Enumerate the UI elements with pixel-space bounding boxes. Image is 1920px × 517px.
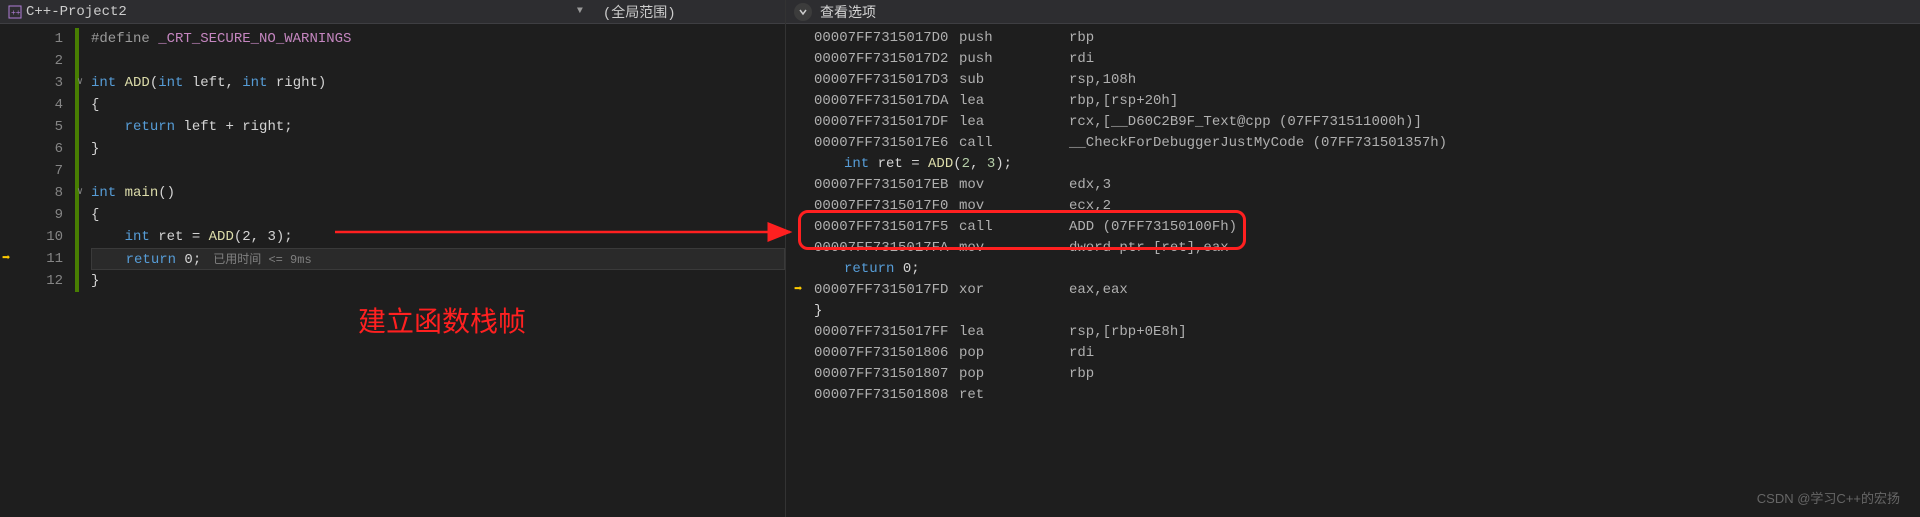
operand: rbp: [1069, 28, 1094, 49]
line-number: 2: [20, 50, 63, 72]
line-number: 5: [20, 116, 63, 138]
line-number: 11: [20, 248, 63, 270]
current-line-arrow-icon: ➡: [2, 250, 10, 267]
keyword: int: [91, 75, 116, 91]
code-editor[interactable]: ➡ 1 2 3 4 5 6 7 8 9 10 11 12 #define _CR…: [0, 24, 785, 517]
line-number: 4: [20, 94, 63, 116]
scope-label[interactable]: (全局范围): [603, 2, 676, 22]
chevron-down-icon[interactable]: [794, 3, 812, 21]
line-number-gutter: 1 2 3 4 5 6 7 8 9 10 11 12: [20, 24, 75, 517]
editor-header: ++ C++-Project2 ▼ (全局范围): [0, 0, 785, 24]
mnemonic: push: [959, 28, 1069, 49]
svg-text:++: ++: [11, 9, 21, 18]
keyword: return: [125, 119, 175, 135]
view-options-label[interactable]: 查看选项: [820, 2, 876, 22]
annotation-label: 建立函数栈帧: [358, 300, 526, 340]
address: 00007FF7315017D0: [814, 28, 959, 49]
line-number: 1: [20, 28, 63, 50]
function-call: ADD: [209, 229, 234, 245]
current-instruction-arrow-icon: ➡: [794, 280, 802, 301]
line-number: 12: [20, 270, 63, 292]
preprocessor: #define: [91, 31, 150, 47]
function-name: main: [125, 185, 159, 201]
project-title[interactable]: C++-Project2: [26, 4, 127, 20]
line-number: 8: [20, 182, 63, 204]
disasm-header: 查看选项: [786, 0, 1920, 24]
file-icon: ++: [8, 5, 22, 19]
line-number: 10: [20, 226, 63, 248]
line-number: 9: [20, 204, 63, 226]
disassembly-view[interactable]: 00007FF7315017D0pushrbp 00007FF7315017D2…: [786, 24, 1920, 517]
macro-name: _CRT_SECURE_NO_WARNINGS: [158, 31, 351, 47]
breakpoint-gutter[interactable]: ➡: [0, 24, 20, 517]
keyword: int: [158, 75, 183, 91]
line-number: 3: [20, 72, 63, 94]
dropdown-icon[interactable]: ▼: [577, 6, 583, 17]
function-name: ADD: [125, 75, 150, 91]
fold-icon[interactable]: ∨: [77, 182, 83, 204]
keyword: return: [126, 252, 176, 268]
line-number: 7: [20, 160, 63, 182]
keyword: int: [91, 185, 116, 201]
perf-hint: 已用时间 <= 9ms: [213, 253, 311, 267]
keyword: int: [242, 75, 267, 91]
fold-icon[interactable]: ∨: [77, 72, 83, 94]
line-number: 6: [20, 138, 63, 160]
keyword: int: [125, 229, 150, 245]
watermark: CSDN @学习C++的宏扬: [1757, 488, 1900, 507]
